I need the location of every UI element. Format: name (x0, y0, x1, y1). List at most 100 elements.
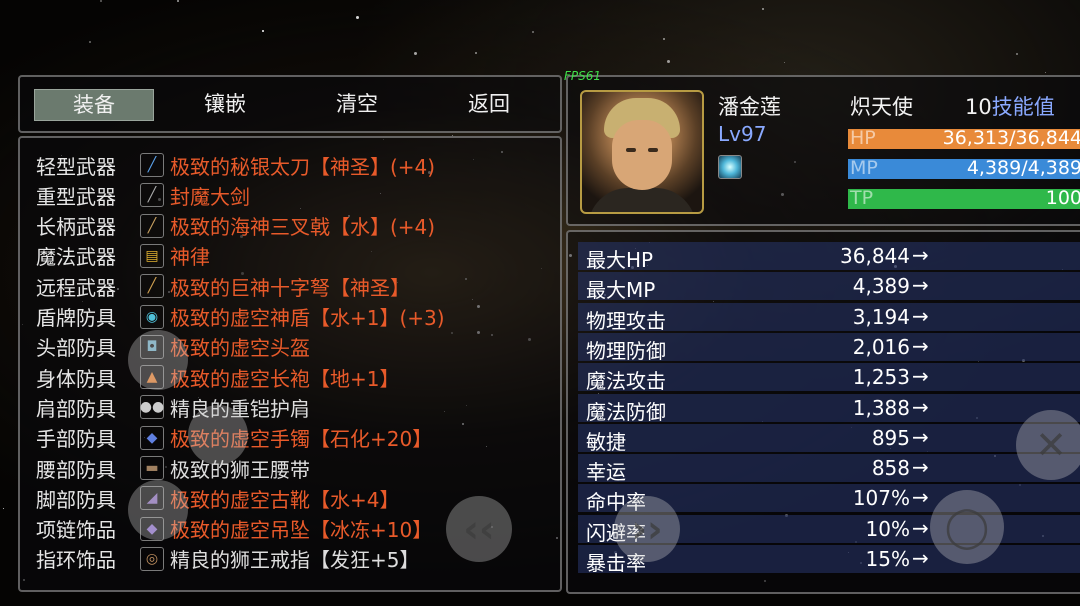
stat-arrow-icon: → (912, 303, 929, 328)
equipment-slot-label: 手部防具 (36, 427, 116, 452)
stat-row: 最大MP 4,389 → (578, 272, 1080, 303)
stat-label: 幸运 (586, 460, 626, 485)
stat-arrow-icon: → (912, 546, 929, 570)
stat-arrow-icon: → (912, 243, 929, 267)
equipment-item-name: 神律 (170, 245, 210, 270)
greatsword-icon: ╱ (140, 183, 164, 208)
equipment-row[interactable]: 盾牌防具 ◉ 极致的虚空神盾【水+1】(+3) (36, 302, 445, 332)
stat-row: 魔法防御 1,388 → (578, 393, 1080, 424)
equipment-slot-label: 脚部防具 (36, 487, 116, 512)
stat-value: 10% (865, 516, 910, 541)
close-button[interactable]: ✕ (1016, 410, 1080, 480)
stat-row: 魔法攻击 1,253 → (578, 363, 1080, 394)
page-left-button[interactable]: ‹‹ (446, 496, 512, 562)
skill-points: 10技能值 (965, 91, 1055, 121)
equipment-item-name: 极致的虚空吊坠【冰冻+10】 (170, 518, 433, 543)
equipment-row[interactable]: 长柄武器 ╱ 极致的海神三叉戟【水】(+4) (36, 211, 435, 241)
stat-label: 最大MP (586, 278, 656, 303)
equipment-row[interactable]: 项链饰品 ◆ 极致的虚空吊坠【冰冻+10】 (36, 514, 432, 544)
stat-row: 幸运 858 → (578, 454, 1080, 485)
tp-label: TP (850, 187, 874, 209)
equipment-slot-label: 头部防具 (36, 336, 116, 361)
stat-arrow-icon: → (912, 273, 929, 298)
stat-value: 1,253 (852, 365, 910, 390)
skill-points-value: 10 (965, 95, 992, 119)
mp-value: 4,389/4,389 (966, 157, 1080, 179)
equipment-row[interactable]: 身体防具 ▲ 极致的虚空长袍【地+1】 (36, 362, 399, 392)
character-class: 炽天使 (850, 95, 913, 119)
equipment-item-name: 极致的虚空头盔 (170, 336, 310, 361)
dpad-down-left-button[interactable] (128, 480, 188, 540)
equipment-slot-label: 腰部防具 (36, 457, 116, 482)
stat-value: 36,844 (840, 244, 910, 268)
stat-value: 4,389 (852, 274, 910, 299)
dpad-center-button[interactable] (188, 405, 248, 465)
pauldron-icon: ●● (140, 395, 164, 420)
fps-counter: FPS61 (564, 69, 602, 83)
equipment-slot-label: 重型武器 (36, 184, 116, 209)
character-name: 潘金莲 (718, 95, 781, 119)
stat-value: 895 (871, 425, 910, 450)
equipment-item-name: 极致的虚空长袍【地+1】 (170, 366, 400, 391)
book-icon: ▤ (140, 243, 164, 268)
hp-value: 36,313/36,844 (942, 127, 1080, 149)
stat-value: 858 (871, 456, 910, 481)
character-portrait (580, 90, 704, 214)
crossbow-icon: ╱ (140, 274, 164, 299)
character-level: Lv97 (718, 122, 767, 146)
page-right-button[interactable]: ›› (614, 496, 680, 562)
equipment-row[interactable]: 轻型武器 ╱ 极致的秘银太刀【神圣】(+4) (36, 150, 435, 180)
confirm-button[interactable]: ◯ (930, 490, 1004, 564)
equipment-item-name: 极致的巨神十字弩【神圣】 (170, 275, 410, 300)
skill-points-label: 技能值 (991, 95, 1055, 119)
equipment-slot-label: 指环饰品 (36, 548, 116, 573)
element-crystal-icon (718, 155, 742, 179)
stat-arrow-icon: → (912, 485, 929, 510)
equipment-slot-label: 盾牌防具 (36, 306, 116, 330)
trident-icon: ╱ (140, 213, 164, 238)
character-panel: FPS61 潘金莲 Lv97 炽天使 10技能值 HP 36,313/36,84… (564, 69, 1080, 226)
hp-bar: HP 36,313/36,844 (848, 127, 1080, 149)
stat-row: 物理攻击 3,194 → (578, 302, 1080, 333)
stat-value: 15% (865, 547, 910, 571)
equipment-item-name: 封魔大剑 (170, 184, 250, 209)
equipment-row[interactable]: 指环饰品 ◎ 精良的狮王戒指【发狂+5】 (36, 544, 419, 574)
equipment-row[interactable]: 魔法武器 ▤ 神律 (36, 241, 210, 271)
katana-icon: ╱ (140, 153, 164, 177)
stat-label: 魔法攻击 (586, 369, 666, 394)
hp-label: HP (850, 127, 876, 149)
stat-value: 107% (852, 486, 910, 511)
stat-label: 最大HP (586, 248, 654, 272)
stat-row: 最大HP 36,844 → (578, 242, 1080, 272)
stat-row: 物理防御 2,016 → (578, 332, 1080, 363)
belt-icon: ▬ (140, 456, 164, 480)
stat-value: 3,194 (852, 304, 910, 329)
stat-value: 2,016 (852, 334, 910, 359)
stat-label: 物理攻击 (586, 308, 666, 333)
equipment-slot-label: 轻型武器 (36, 154, 116, 179)
equipment-slot-label: 项链饰品 (36, 518, 116, 543)
equipment-row[interactable]: 腰部防具 ▬ 极致的狮王腰带 (36, 453, 310, 483)
mp-label: MP (850, 157, 878, 179)
stat-row: 敏捷 895 → (578, 423, 1080, 454)
equipment-row[interactable]: 重型武器 ╱ 封魔大剑 (36, 180, 250, 210)
equipment-slot-label: 肩部防具 (36, 396, 116, 421)
equipment-item-name: 精良的狮王戒指【发狂+5】 (170, 548, 420, 573)
tp-value: 100 (1045, 187, 1080, 209)
tab-equip[interactable]: 装备 (34, 89, 154, 121)
equipment-row[interactable]: 远程武器 ╱ 极致的巨神十字弩【神圣】 (36, 271, 410, 301)
tab-back[interactable]: 返回 (430, 89, 548, 119)
dpad-up-left-button[interactable] (128, 330, 188, 390)
tab-inlay[interactable]: 镶嵌 (166, 89, 284, 119)
equipment-item-name: 极致的虚空神盾【水+1】(+3) (170, 306, 445, 330)
tab-clear[interactable]: 清空 (298, 89, 416, 119)
stat-arrow-icon: → (912, 515, 929, 540)
equipment-row[interactable]: 脚部防具 ◢ 极致的虚空古靴【水+4】 (36, 483, 399, 513)
mp-bar: MP 4,389/4,389 (848, 157, 1080, 179)
stat-label: 魔法防御 (586, 399, 666, 424)
tab-bar: 装备 镶嵌 清空 返回 (18, 75, 562, 133)
shield-icon: ◉ (140, 304, 164, 329)
equipment-row[interactable]: 肩部防具 ●● 精良的重铠护肩 (36, 392, 310, 422)
equipment-slot-label: 长柄武器 (36, 215, 116, 240)
equipment-slot-label: 远程武器 (36, 275, 116, 300)
